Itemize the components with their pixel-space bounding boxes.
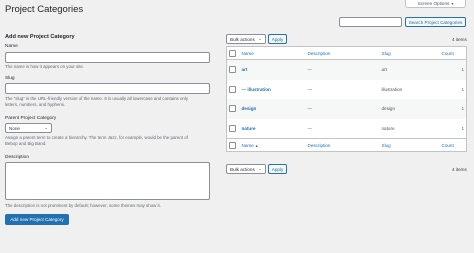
category-name-link[interactable]: design [242,106,257,111]
table-footer-row: Name▲ Description Slug Count [226,138,467,152]
table-header-row: Name Description Slug Count [226,46,467,60]
bulk-actions-select-top[interactable]: Bulk actions ⌄ [226,34,266,44]
category-name-link[interactable]: art [242,67,248,72]
add-category-button[interactable]: Add new Project Category [5,214,69,225]
slug-input[interactable] [5,83,210,94]
name-input[interactable] [5,52,210,63]
apply-button-bottom[interactable]: Apply [268,164,287,174]
column-header-name[interactable]: Name [239,46,306,60]
category-name-link[interactable]: nature [242,126,256,131]
description-textarea[interactable] [5,162,210,200]
items-count-top: 4 items [452,37,467,42]
column-footer-slug[interactable]: Slug [379,138,440,152]
bulk-actions-value: Bulk actions [230,166,255,172]
parent-select[interactable]: None ⌄ [5,123,52,133]
checkbox-icon [229,66,236,74]
screen-options-button[interactable]: Screen Options ▾ [405,0,466,8]
checkbox-icon [229,124,236,132]
category-slug: design [379,99,440,119]
bulk-actions-value: Bulk actions [230,36,255,42]
description-label: Description [5,155,29,160]
column-footer-count[interactable]: Count [439,138,467,152]
category-description: — [307,125,313,131]
parent-help-line: Bebop and Big Band. [5,141,47,146]
table-row: design — design 1 [226,99,467,119]
items-count-bottom: 4 items [452,167,467,172]
category-count-link[interactable]: 1 [461,106,464,111]
column-header-slug[interactable]: Slug [379,46,440,60]
column-footer-name-label: Name [241,142,254,148]
category-name-link[interactable]: — illustration [242,87,271,92]
screen-options-label: Screen Options [417,1,450,6]
row-checkbox[interactable] [226,99,240,119]
column-footer-description[interactable]: Description [305,138,380,152]
checkbox-icon [229,141,236,149]
category-description: — [305,99,380,119]
column-footer-name[interactable]: Name▲ [239,138,306,152]
name-help: The name is how it appears on your site. [5,64,85,69]
row-checkbox[interactable] [227,80,240,100]
select-all-checkbox-footer[interactable] [226,138,240,152]
checkbox-icon [229,85,236,93]
search-input[interactable] [339,17,402,27]
page-title: Project Categories [5,4,84,15]
sort-arrow-icon: ▲ [254,143,259,148]
row-checkbox[interactable] [226,59,240,80]
select-all-checkbox[interactable] [226,46,240,60]
category-description: — [307,86,313,92]
parent-label: Parent Project Category [5,116,57,121]
parent-help: Assign a parent term to create a hierarc… [5,135,215,147]
description-help: The description is not prominent by defa… [5,203,161,208]
apply-button-top[interactable]: Apply [268,34,287,44]
slug-help: The “slug” is the URL-friendly version o… [5,96,215,108]
name-label: Name [5,44,18,49]
chevron-down-icon: ▾ [451,1,454,6]
chevron-down-icon: ⌄ [258,36,262,41]
form-heading: Add new Project Category [5,34,75,40]
category-count-link[interactable]: 1 [461,126,464,131]
column-header-description[interactable]: Description [305,46,380,60]
table-row: — illustration — illustration 1 [227,80,467,100]
chevron-down-icon: ⌄ [44,125,48,130]
table-row: art — art 1 [226,59,467,80]
parent-selected-value: None [9,125,20,131]
slug-label: Slug [5,76,15,81]
category-slug: nature [381,125,395,131]
category-count-link[interactable]: 1 [461,67,464,72]
checkbox-icon [229,105,236,113]
category-slug: art [379,59,440,80]
column-header-count[interactable]: Count [439,46,467,60]
category-slug: illustration [381,86,403,92]
table-row: nature — nature 1 [227,119,467,139]
category-description: — [305,59,380,80]
row-checkbox[interactable] [227,119,240,139]
search-button[interactable]: Search Project Categories [405,17,466,27]
bulk-actions-select-bottom[interactable]: Bulk actions ⌄ [226,164,266,174]
slug-help-line: letters, numbers, and hyphens. [5,102,66,107]
category-count-link[interactable]: 1 [461,87,464,92]
categories-table: Name Description Slug Count art — art 1 … [226,46,467,152]
chevron-down-icon: ⌄ [258,166,262,171]
checkbox-icon [229,49,236,57]
